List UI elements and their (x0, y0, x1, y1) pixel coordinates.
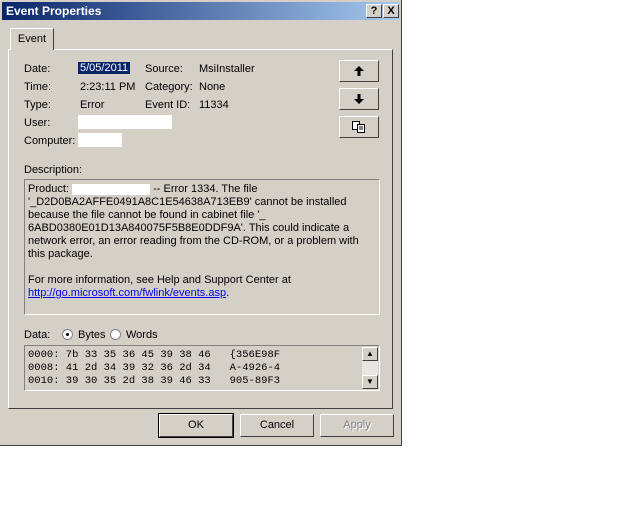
category-value: None (199, 81, 226, 93)
type-value: Error (80, 99, 105, 111)
time-label: Time: (24, 81, 52, 93)
link-suffix: . (226, 287, 230, 299)
computer-label: Computer: (24, 135, 76, 147)
cancel-button[interactable]: Cancel (240, 414, 314, 437)
user-label: User: (24, 117, 51, 129)
time-value: 2:23:11 PM (80, 81, 136, 93)
tab-event[interactable]: Event (10, 28, 54, 50)
description-text[interactable]: Product: -- Error 1334. The file '_D2D0B… (24, 179, 380, 315)
hex-line: 0010: 39 30 35 2d 38 39 46 33 905-89F3 (28, 375, 281, 387)
date-value: 5/05/2011 (78, 62, 131, 74)
close-button[interactable]: X (383, 4, 399, 18)
previous-event-button[interactable] (339, 60, 379, 82)
product-prefix: Product: (28, 183, 69, 195)
hex-line: 0000: 7b 33 35 36 45 39 38 46 {356E98F (28, 349, 281, 361)
hex-scrollbar[interactable]: ▲ ▼ (362, 347, 378, 389)
ok-button[interactable]: OK (158, 413, 234, 438)
arrow-up-icon (354, 66, 364, 76)
apply-button[interactable]: Apply (320, 414, 394, 437)
date-label: Date: (24, 63, 51, 75)
help-button[interactable]: ? (366, 4, 382, 18)
hex-line: 0008: 41 2d 34 39 32 36 2d 34 A-4926-4 (28, 362, 281, 374)
next-event-button[interactable] (339, 88, 379, 110)
data-hex-view[interactable]: 0000: 7b 33 35 36 45 39 38 46 {356E98F 0… (24, 345, 380, 391)
copy-button[interactable] (339, 116, 379, 138)
source-label: Source: (145, 63, 183, 75)
eventid-label: Event ID: (145, 99, 191, 111)
computer-value-redacted (78, 133, 122, 147)
scroll-down-icon[interactable]: ▼ (362, 375, 378, 389)
source-value: MsiInstaller (199, 63, 255, 75)
arrow-down-icon (354, 94, 364, 104)
eventid-value: 11334 (199, 99, 229, 111)
category-label: Category: (145, 81, 193, 93)
copy-icon (352, 121, 365, 133)
more-info-text: For more information, see Help and Suppo… (28, 274, 291, 286)
data-label: Data: (24, 329, 51, 341)
title-bar[interactable]: Event Properties ? X (2, 2, 400, 20)
product-redacted (72, 183, 151, 195)
description-label: Description: (24, 164, 83, 176)
help-link[interactable]: http://go.microsoft.com/fwlink/events.as… (28, 287, 226, 299)
window-title: Event Properties (6, 4, 102, 18)
user-value-redacted (78, 115, 172, 129)
bytes-label[interactable]: Bytes (78, 329, 106, 341)
bytes-radio[interactable] (62, 329, 73, 340)
scroll-up-icon[interactable]: ▲ (362, 347, 378, 361)
event-properties-dialog: Event Properties ? X Event Date: 5/05/20… (0, 0, 402, 446)
type-label: Type: (24, 99, 51, 111)
words-label[interactable]: Words (126, 329, 158, 341)
words-radio[interactable] (110, 329, 121, 340)
